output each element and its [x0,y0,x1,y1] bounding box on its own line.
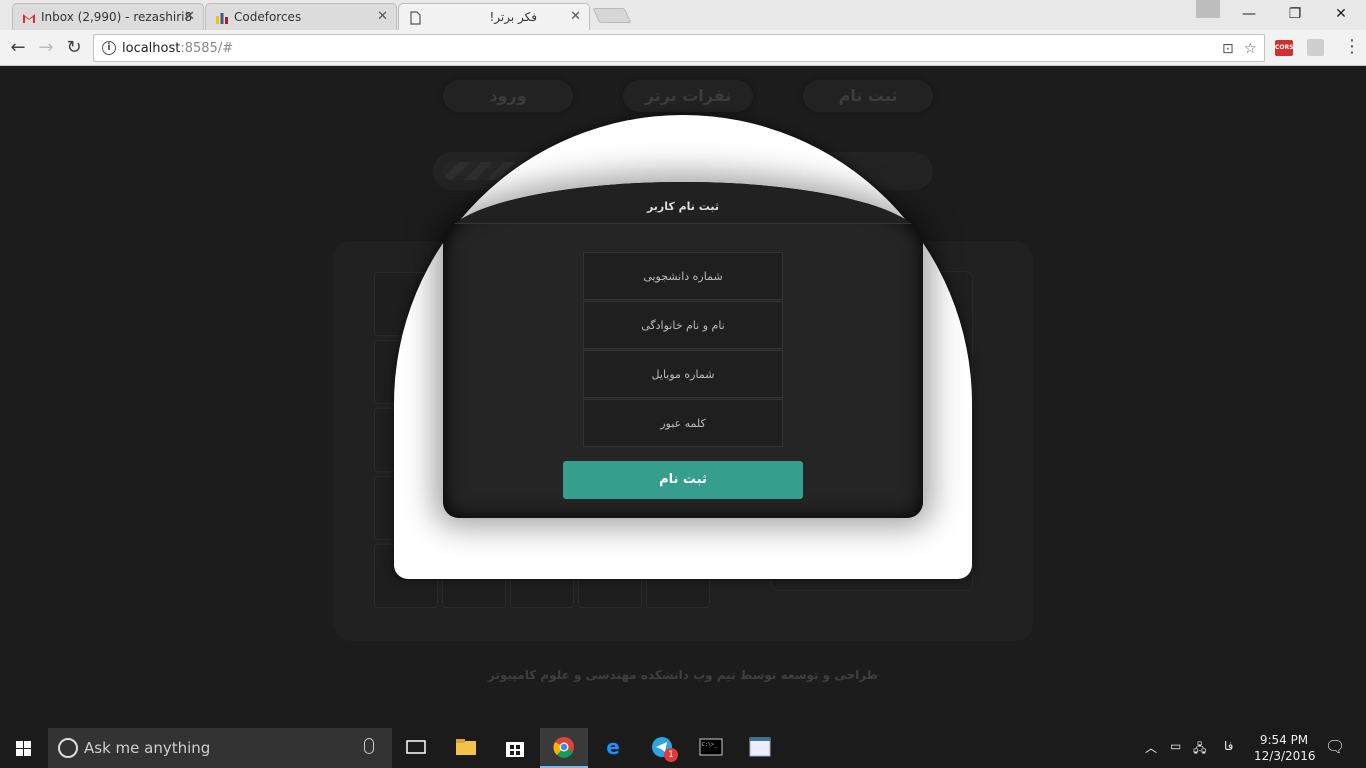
url-path: :8585/# [180,41,234,56]
star-icon[interactable]: ☆ [1244,41,1257,57]
tab-strip: Inbox (2,990) - rezashiri8 ✕ Codeforces … [0,0,1366,30]
close-icon[interactable]: ✕ [377,9,388,24]
chevron-up-icon[interactable]: ︿ [1145,739,1157,756]
menu-icon[interactable]: ⋮ [1343,36,1361,57]
cortana-search-input[interactable]: Ask me anything [48,728,392,768]
microphone-icon[interactable] [364,738,374,754]
battery-icon[interactable]: ▭ [1170,739,1181,753]
chrome-icon[interactable] [540,728,588,768]
tab-codeforces[interactable]: Codeforces ✕ [205,3,397,30]
profile-icon[interactable] [1196,0,1220,18]
url-host: localhost [122,41,181,56]
register-modal: ثبت نام کاربر شماره دانشجویی نام و نام خ… [443,182,923,518]
translate-icon[interactable]: ⊡ [1222,41,1234,57]
task-view-icon[interactable] [392,728,440,768]
tab-title: Codeforces [234,10,302,24]
language-indicator[interactable]: فا [1224,739,1233,753]
taskbar: Ask me anything e 1 C:\>_ ︿ ▭ 🖧 فا 9:54 … [0,728,1366,768]
close-window-button[interactable]: ✕ [1318,0,1364,28]
new-tab-button[interactable] [592,8,632,23]
minimize-button[interactable]: — [1226,0,1272,28]
app-window-icon[interactable] [736,728,784,768]
extension-icon[interactable] [1307,39,1324,56]
clock-time: 9:54 PM [1259,733,1309,747]
file-explorer-icon[interactable] [442,728,490,768]
clock[interactable]: 9:54 PM 12/3/2016 [1254,732,1316,764]
store-icon[interactable] [491,728,539,768]
full-name-field[interactable]: نام و نام خانوادگی [583,301,783,349]
restore-button[interactable]: ❐ [1272,0,1318,28]
gmail-icon [23,14,35,23]
student-id-field[interactable]: شماره دانشجویی [583,252,783,300]
svg-text:e: e [606,736,620,758]
cors-extension-icon[interactable]: CORS [1275,40,1293,56]
password-field[interactable]: کلمه عبور [583,399,783,447]
reload-icon[interactable]: ↻ [62,36,86,60]
network-icon[interactable]: 🖧 [1193,739,1206,760]
close-icon[interactable]: ✕ [570,9,581,24]
document-icon [410,11,421,25]
tab-title: Inbox (2,990) - rezashiri8 [41,10,193,24]
back-arrow-icon[interactable]: ← [6,36,30,60]
windows-start-icon[interactable] [0,728,48,768]
forward-arrow-icon[interactable]: → [34,36,58,60]
nav-top-players[interactable]: نفرات برتر [623,80,753,112]
info-icon[interactable]: i [102,41,116,55]
tab-fekr-bartar[interactable]: !فکر برتر ✕ [398,3,590,30]
tab-title: !فکر برتر [489,10,537,24]
notifications-icon[interactable]: 🗨 [1325,737,1345,756]
notification-badge: 1 [664,748,678,762]
close-icon[interactable]: ✕ [184,9,195,24]
tab-gmail[interactable]: Inbox (2,990) - rezashiri8 ✕ [12,3,204,30]
telegram-icon[interactable]: 1 [638,728,686,768]
nav-register[interactable]: ثبت نام [803,80,933,112]
modal-title: ثبت نام کاربر [443,182,923,224]
cortana-icon [58,738,78,758]
page-content: ثبت نام نفرات برتر ورود طراحی و توسعه تو… [0,66,1366,728]
svg-text:C:\>_: C:\>_ [702,742,718,748]
mobile-field[interactable]: شماره موبایل [583,350,783,398]
browser-toolbar: ← → ↻ i localhost:8585/# ⊡ ☆ CORS ⋮ [0,30,1366,66]
register-submit-button[interactable]: ثبت نام [563,461,803,499]
nav-login[interactable]: ورود [443,80,573,112]
codeforces-icon [216,13,228,24]
address-bar[interactable]: i localhost:8585/# ⊡ ☆ [93,34,1265,62]
footer-credit: طراحی و توسعه توسط تیم وب دانشکده مهندسی… [488,668,878,682]
search-placeholder: Ask me anything [84,739,211,757]
clock-date: 12/3/2016 [1254,749,1316,763]
edge-icon[interactable]: e [589,728,637,768]
url-text[interactable]: localhost:8585/# [122,41,233,56]
terminal-icon[interactable]: C:\>_ [687,728,735,768]
